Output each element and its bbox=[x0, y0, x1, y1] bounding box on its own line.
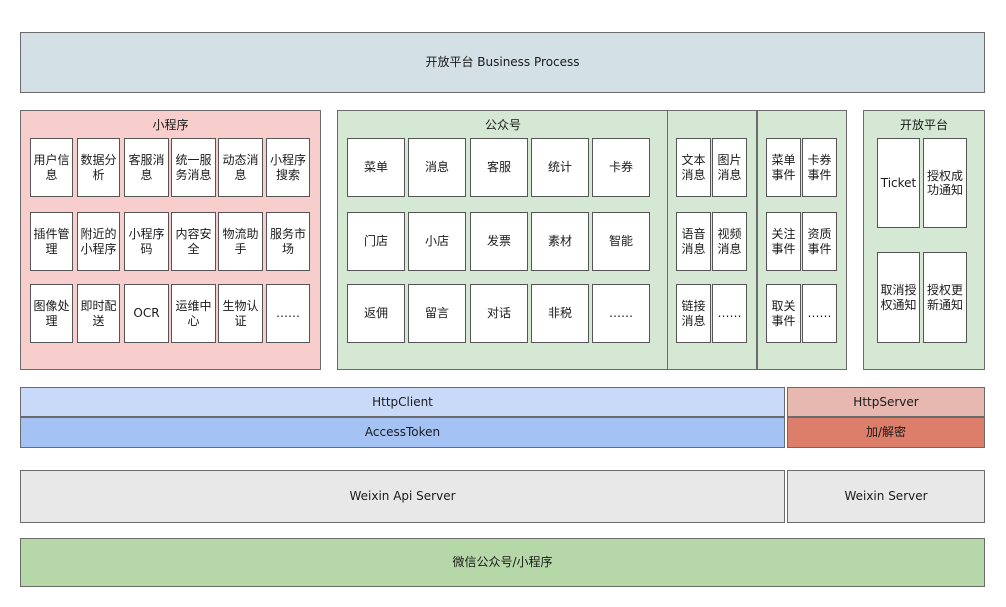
mini-item: 服务市 场 bbox=[266, 212, 310, 271]
gzh-item: 菜单 bbox=[347, 138, 405, 197]
gzh-item: 留言 bbox=[408, 284, 466, 343]
api-server-label: Weixin Api Server bbox=[349, 489, 456, 504]
message-item: 图片 消息 bbox=[712, 138, 747, 197]
message-item: 链接 消息 bbox=[676, 284, 711, 343]
gzh-item: 客服 bbox=[470, 138, 528, 197]
weixin-server-label: Weixin Server bbox=[844, 489, 928, 504]
event-item: 取关 事件 bbox=[766, 284, 801, 343]
mini-item: 用户信 息 bbox=[30, 138, 73, 197]
http-client-bar: HttpClient bbox=[20, 387, 785, 417]
gzh-item: 统计 bbox=[531, 138, 589, 197]
gzh-item: 消息 bbox=[408, 138, 466, 197]
mini-item: 附近的 小程序 bbox=[77, 212, 120, 271]
wechat-platform-label: 微信公众号/小程序 bbox=[452, 555, 553, 570]
mini-item: 运维中 心 bbox=[171, 284, 216, 343]
message-item: 语音 消息 bbox=[676, 212, 711, 271]
open-item: 授权成 功通知 bbox=[923, 138, 967, 228]
http-server-bar: HttpServer bbox=[787, 387, 985, 417]
event-item: 卡券 事件 bbox=[802, 138, 837, 197]
business-process-label: 开放平台 Business Process bbox=[425, 55, 580, 70]
mini-item: 生物认 证 bbox=[218, 284, 263, 343]
access-token-label: AccessToken bbox=[364, 425, 441, 440]
message-item: 视频 消息 bbox=[712, 212, 747, 271]
gzh-item: 智能 bbox=[592, 212, 650, 271]
gzh-item: 对话 bbox=[470, 284, 528, 343]
mini-item: 内容安 全 bbox=[171, 212, 216, 271]
gzh-item: 返佣 bbox=[347, 284, 405, 343]
gzh-item: 素材 bbox=[531, 212, 589, 271]
mini-item: 统一服 务消息 bbox=[171, 138, 216, 197]
http-server-label: HttpServer bbox=[853, 394, 919, 409]
mini-program-title: 小程序 bbox=[152, 118, 189, 132]
mini-item: 插件管 理 bbox=[30, 212, 73, 271]
mini-item: 即时配 送 bbox=[77, 284, 120, 343]
mini-item: 小程序 码 bbox=[124, 212, 169, 271]
gzh-item: 发票 bbox=[470, 212, 528, 271]
event-item: 关注 事件 bbox=[766, 212, 801, 271]
official-account-title: 公众号 bbox=[484, 118, 521, 132]
gzh-item: …… bbox=[592, 284, 650, 343]
message-item: 文本 消息 bbox=[676, 138, 711, 197]
api-server-bar: Weixin Api Server bbox=[20, 470, 785, 523]
wechat-platform-bar: 微信公众号/小程序 bbox=[20, 538, 985, 587]
mini-item: …… bbox=[266, 284, 310, 343]
business-process-bar: 开放平台 Business Process bbox=[20, 32, 985, 93]
open-item: 授权更 新通知 bbox=[923, 252, 967, 343]
open-item: Ticket bbox=[877, 138, 920, 228]
mini-item: 数据分 析 bbox=[77, 138, 120, 197]
event-item: 资质 事件 bbox=[802, 212, 837, 271]
access-token-bar: AccessToken bbox=[20, 417, 785, 448]
open-platform-title: 开放平台 bbox=[899, 118, 948, 132]
mini-item: OCR bbox=[124, 284, 169, 343]
crypto-bar: 加/解密 bbox=[787, 417, 985, 448]
gzh-item: 门店 bbox=[347, 212, 405, 271]
gzh-item: 小店 bbox=[408, 212, 466, 271]
weixin-server-bar: Weixin Server bbox=[787, 470, 985, 523]
mini-item: 客服消 息 bbox=[124, 138, 169, 197]
message-item: …… bbox=[712, 284, 747, 343]
open-item: 取消授 权通知 bbox=[877, 252, 920, 343]
crypto-label: 加/解密 bbox=[865, 425, 907, 440]
gzh-item: 非税 bbox=[531, 284, 589, 343]
mini-item: 小程序 搜索 bbox=[266, 138, 310, 197]
mini-item: 物流助 手 bbox=[218, 212, 263, 271]
mini-item: 图像处 理 bbox=[30, 284, 73, 343]
http-client-label: HttpClient bbox=[372, 394, 433, 409]
event-item: …… bbox=[802, 284, 837, 343]
gzh-item: 卡券 bbox=[592, 138, 650, 197]
event-item: 菜单 事件 bbox=[766, 138, 801, 197]
mini-item: 动态消 息 bbox=[218, 138, 263, 197]
